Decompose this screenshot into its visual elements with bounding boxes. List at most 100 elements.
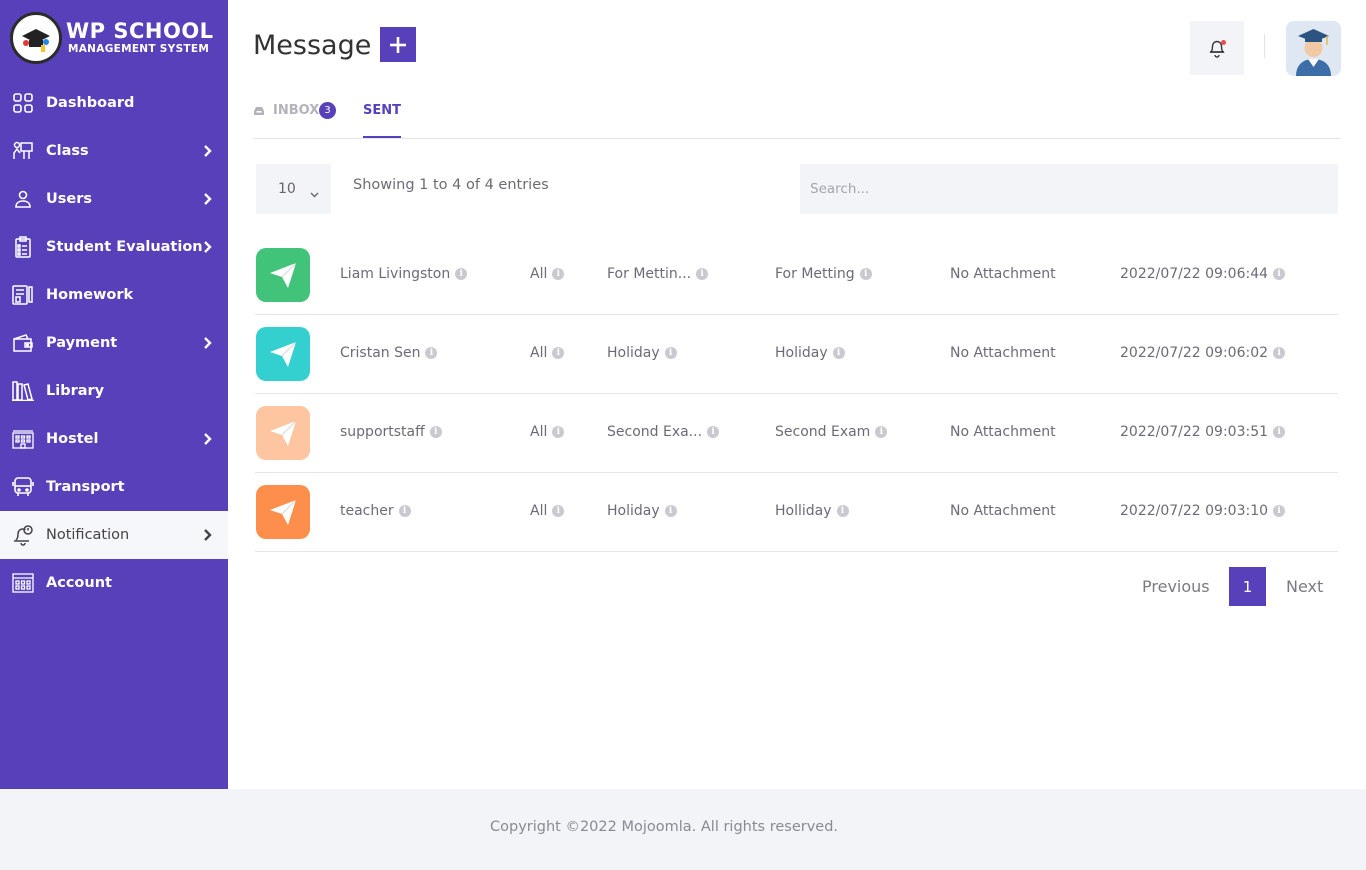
sidebar-item-label: Account [46, 575, 112, 591]
date-cell: 2022/07/22 09:03:10 i [1120, 503, 1286, 519]
search-input[interactable] [800, 164, 1338, 214]
brand-logo[interactable]: WP SCHOOL MANAGEMENT SYSTEM [10, 12, 214, 64]
sent-messages-table: Liam Livingston i All i For Mettin... i For… [255, 236, 1338, 552]
entries-info: Showing 1 to 4 of 4 entries [353, 177, 549, 193]
info-icon[interactable]: i [552, 347, 565, 359]
info-icon[interactable]: i [664, 505, 677, 517]
sidebar-item-dashboard[interactable]: Dashboard [0, 79, 228, 127]
info-icon[interactable]: i [707, 426, 720, 438]
recipient-name: supportstaff [340, 424, 425, 440]
sidebar-item-hostel[interactable]: Hostel [0, 415, 228, 463]
subject-value: Holiday [607, 503, 660, 519]
info-icon[interactable]: i [425, 347, 438, 359]
description-cell: Holliday i [775, 503, 849, 519]
tab-inbox[interactable]: INBOX 3 [253, 102, 336, 119]
info-icon[interactable]: i [1273, 347, 1286, 359]
description-cell: Holiday i [775, 345, 845, 361]
dashboard-icon [12, 92, 34, 114]
add-message-button[interactable] [380, 27, 416, 62]
recipient-cell: teacher i [340, 503, 411, 519]
info-icon[interactable]: i [429, 426, 442, 438]
to-value: All [530, 345, 548, 361]
tab-sent[interactable]: SENT [363, 103, 401, 138]
table-row[interactable]: Liam Livingston i All i For Mettin... i For… [255, 236, 1338, 315]
pagination-next[interactable]: Next [1286, 577, 1323, 616]
info-icon[interactable]: i [552, 505, 565, 517]
info-icon[interactable]: i [1273, 268, 1286, 280]
main-content: Message INBOX 3 SENT 10 Showing 1 to 4 o… [228, 0, 1366, 789]
info-icon[interactable]: i [696, 268, 709, 280]
page-size-select[interactable]: 10 [256, 164, 331, 214]
subject-value: For Mettin... [607, 266, 692, 282]
table-row[interactable]: supportstaff i All i Second Exa... i Second… [255, 394, 1338, 473]
attachment-cell: No Attachment [950, 266, 1056, 282]
sent-message-icon [256, 248, 310, 302]
sidebar-item-users[interactable]: Users [0, 175, 228, 223]
copyright-text: Copyright ©2022 Mojoomla. All rights res… [490, 819, 839, 835]
date-value: 2022/07/22 09:06:02 [1120, 345, 1269, 361]
notification-bell-icon [12, 524, 34, 546]
recipient-cell: Cristan Sen i [340, 345, 438, 361]
to-cell: All i [530, 345, 565, 361]
description-cell: Second Exam i [775, 424, 888, 440]
wallet-icon [12, 332, 34, 354]
graduate-avatar-icon [1286, 21, 1341, 76]
library-icon [12, 380, 34, 402]
info-icon[interactable]: i [832, 347, 845, 359]
notification-dot [1221, 40, 1226, 45]
inbox-icon [254, 106, 264, 115]
info-icon[interactable]: i [552, 268, 565, 280]
to-cell: All i [530, 424, 565, 440]
user-icon [12, 188, 34, 210]
subject-cell: Holiday i [607, 345, 677, 361]
date-cell: 2022/07/22 09:06:44 i [1120, 266, 1286, 282]
date-value: 2022/07/22 09:03:51 [1120, 424, 1269, 440]
sidebar-item-label: Library [46, 383, 105, 399]
sidebar-item-label: Hostel [46, 431, 99, 447]
sidebar-item-notification[interactable]: Notification [0, 511, 228, 559]
recipient-cell: supportstaff i [340, 424, 442, 440]
sidebar-item-class[interactable]: Class [0, 127, 228, 175]
paper-plane-icon [270, 341, 297, 367]
sidebar-item-label: Class [46, 143, 89, 159]
sidebar-item-transport[interactable]: Transport [0, 463, 228, 511]
paper-plane-icon [270, 420, 297, 446]
attachment-cell: No Attachment [950, 503, 1056, 519]
recipient-name: Liam Livingston [340, 266, 451, 282]
chevron-right-icon [203, 431, 212, 450]
info-icon[interactable]: i [552, 426, 565, 438]
to-value: All [530, 424, 548, 440]
info-icon[interactable]: i [664, 347, 677, 359]
to-cell: All i [530, 503, 565, 519]
info-icon[interactable]: i [1273, 505, 1286, 517]
sidebar-item-payment[interactable]: Payment [0, 319, 228, 367]
attachment-value: No Attachment [950, 345, 1056, 361]
info-icon[interactable]: i [836, 505, 849, 517]
sidebar-item-library[interactable]: Library [0, 367, 228, 415]
page-title: Message [253, 30, 372, 61]
pagination-previous[interactable]: Previous [1142, 577, 1210, 616]
info-icon[interactable]: i [1273, 426, 1286, 438]
pagination-page-1[interactable]: 1 [1229, 567, 1266, 606]
sidebar-item-homework[interactable]: Homework [0, 271, 228, 319]
table-row[interactable]: teacher i All i Holiday i Holliday i No Atta… [255, 473, 1338, 552]
description-value: Holliday [775, 503, 832, 519]
description-value: Second Exam [775, 424, 871, 440]
chevron-right-icon [203, 335, 212, 354]
info-icon[interactable]: i [875, 426, 888, 438]
table-row[interactable]: Cristan Sen i All i Holiday i Holiday i No A… [255, 315, 1338, 394]
notifications-button[interactable] [1190, 21, 1244, 75]
chevron-down-icon [310, 186, 319, 202]
info-icon[interactable]: i [398, 505, 411, 517]
sidebar: WP SCHOOL MANAGEMENT SYSTEM Dashboard Cl… [0, 0, 228, 789]
sidebar-item-student-evaluation[interactable]: Student Evaluation [0, 223, 228, 271]
sidebar-item-account[interactable]: Account [0, 559, 228, 607]
info-icon[interactable]: i [455, 268, 468, 280]
info-icon[interactable]: i [859, 268, 872, 280]
bus-icon [12, 476, 34, 498]
attachment-cell: No Attachment [950, 424, 1056, 440]
subject-cell: Holiday i [607, 503, 677, 519]
sidebar-item-label: Payment [46, 335, 118, 351]
avatar[interactable] [1286, 21, 1341, 76]
page-size-value: 10 [278, 181, 296, 197]
